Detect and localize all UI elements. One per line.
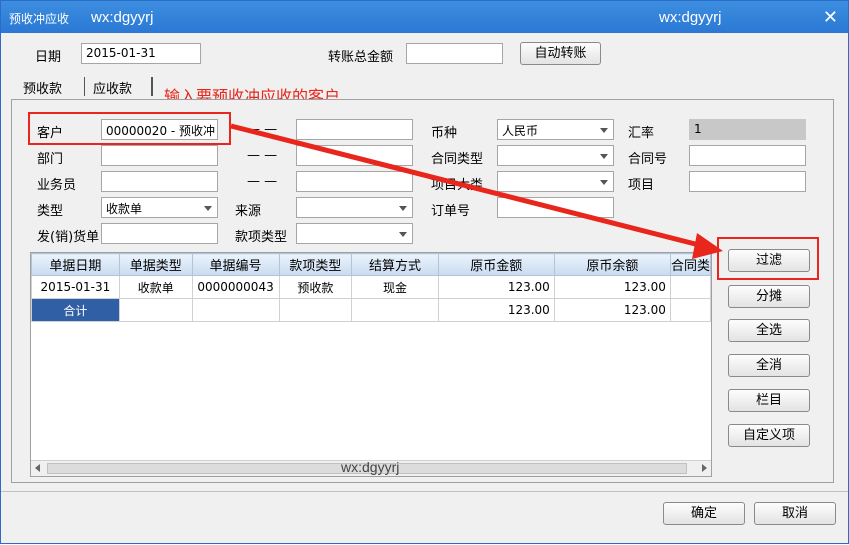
dialog-window: 预收冲应收 wx:dgyyrj wx:dgyyrj ✕ 日期 2015-01-3… <box>0 0 849 544</box>
annotation-arrow <box>230 123 723 259</box>
arrow-line <box>230 123 708 250</box>
arrow-head-icon <box>692 233 723 259</box>
